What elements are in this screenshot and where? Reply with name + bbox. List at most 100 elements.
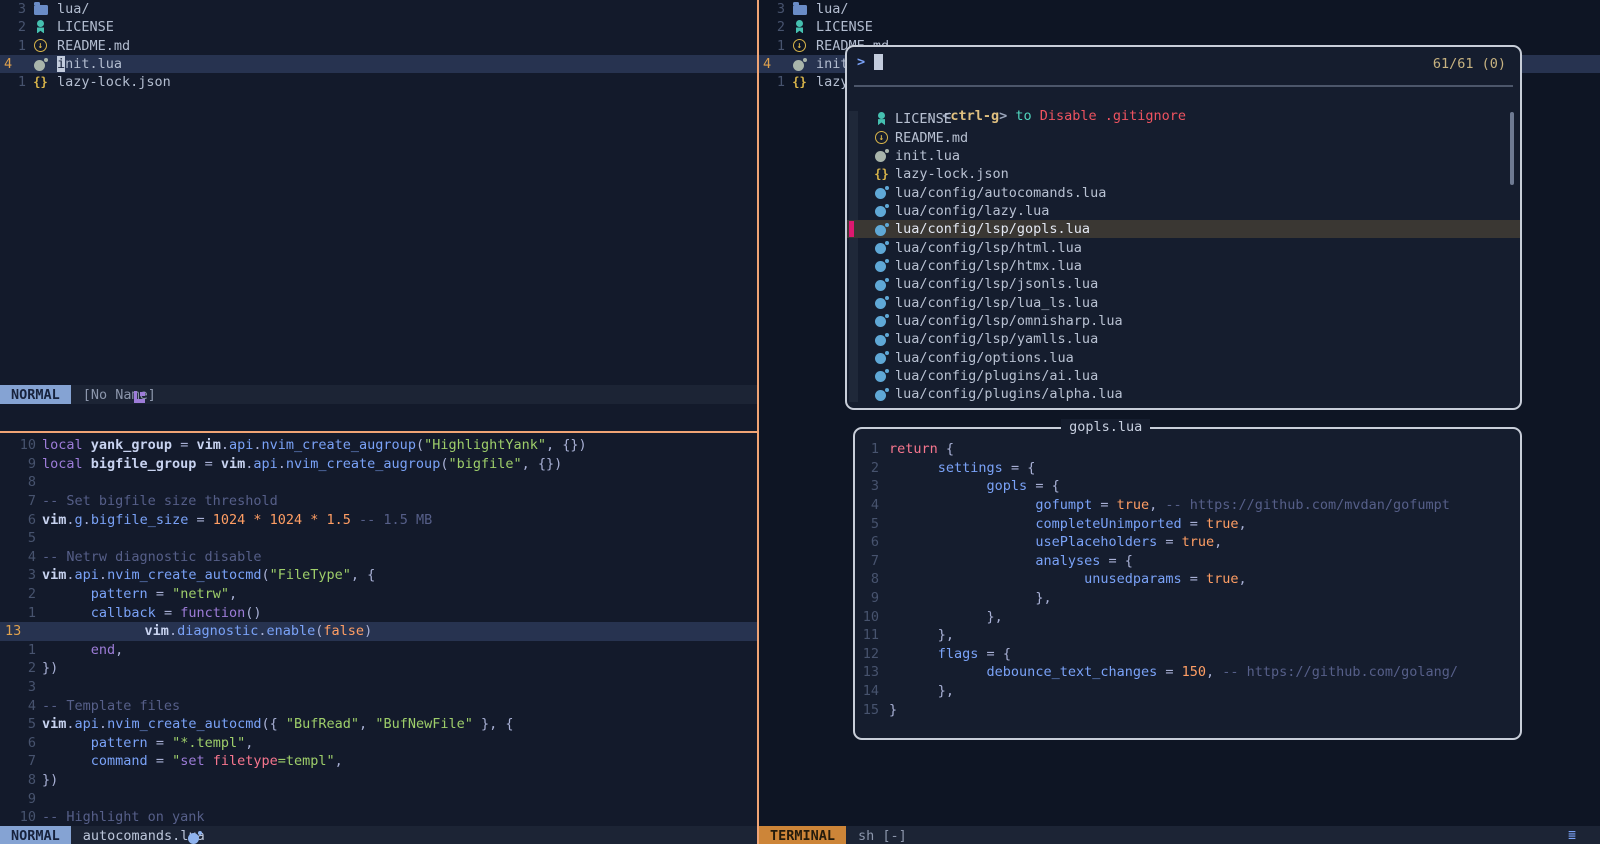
finder-item[interactable]: lua/config/plugins/alpha.lua xyxy=(847,385,1520,403)
code-token xyxy=(42,735,91,751)
line-number: 12 xyxy=(855,646,879,662)
code-text: }, xyxy=(889,627,954,643)
finder-item[interactable]: lua/config/lazy.lua xyxy=(847,202,1520,220)
code-token: true xyxy=(1117,497,1150,513)
finder-item[interactable]: lazy-lock.json xyxy=(847,165,1520,183)
code-text: vim.api.nvim_create_autocmd("FileType", … xyxy=(42,567,375,583)
lua-icon xyxy=(874,314,889,328)
code-line[interactable]: 9 xyxy=(0,789,757,808)
file-name: LICENSE xyxy=(816,19,873,35)
code-line[interactable]: 7-- Set bigfile size threshold xyxy=(0,492,757,511)
text-cursor xyxy=(874,54,883,70)
code-line[interactable]: 1 callback = function() xyxy=(0,603,757,622)
code-token: }, xyxy=(987,609,1003,625)
file-row[interactable]: 1README.md xyxy=(0,37,757,55)
finder-prompt[interactable]: > xyxy=(857,54,883,70)
code-line[interactable]: 1 end, xyxy=(0,641,757,660)
finder-item[interactable]: lua/config/lsp/gopls.lua xyxy=(847,220,1520,238)
file-row[interactable]: 4init.lua xyxy=(0,55,757,73)
code-line[interactable]: 13 vim.diagnostic.enable(false) xyxy=(0,622,757,641)
markdown-icon xyxy=(874,131,889,145)
code-token: vim xyxy=(221,456,245,472)
finder-item[interactable]: lua/config/lsp/omnisharp.lua xyxy=(847,312,1520,330)
code-text: settings = { xyxy=(889,460,1035,476)
code-token: = xyxy=(1182,571,1206,587)
pane-separator-horizontal[interactable] xyxy=(0,431,757,433)
lua-glyph xyxy=(875,314,888,327)
finder-item[interactable]: lua/config/lsp/jsonls.lua xyxy=(847,275,1520,293)
file-row[interactable]: 1lazy-lock.json xyxy=(0,73,757,91)
code-line[interactable]: 4-- Template files xyxy=(0,696,757,715)
file-row[interactable]: 2LICENSE xyxy=(0,18,757,36)
line-number: 9 xyxy=(0,791,36,807)
pane-separator-vertical[interactable] xyxy=(757,0,759,844)
mode-badge: NORMAL xyxy=(0,826,71,844)
code-line[interactable]: 6 pattern = "*.templ", xyxy=(0,734,757,753)
code-token: }) xyxy=(42,660,58,676)
code-token: completeUnimported xyxy=(1035,516,1181,532)
finder-item[interactable]: LICENSE xyxy=(847,110,1520,128)
code-token: 1024 * 1024 * 1.5 xyxy=(213,512,351,528)
finder-item[interactable]: lua/config/lsp/htmx.lua xyxy=(847,257,1520,275)
code-line[interactable]: 8}) xyxy=(0,771,757,790)
file-name: lua/ xyxy=(57,1,90,17)
code-line[interactable]: 2 pattern = "netrw", xyxy=(0,585,757,604)
finder-item[interactable]: lua/config/autocomands.lua xyxy=(847,183,1520,201)
file-row[interactable]: 3lua/ xyxy=(759,0,1600,18)
preview-window: gopls.lua 1return {2 settings = {3 gopls… xyxy=(853,427,1522,740)
code-token xyxy=(889,609,987,625)
code-text: pattern = "*.templ", xyxy=(42,735,253,751)
code-token: , xyxy=(335,753,343,769)
line-number: 1 xyxy=(0,38,26,54)
file-path: lua/config/lsp/lua_ls.lua xyxy=(895,295,1098,311)
line-number: 1 xyxy=(855,441,879,457)
finder-item[interactable]: lua/config/lsp/lua_ls.lua xyxy=(847,293,1520,311)
lua-icon xyxy=(874,296,889,310)
code-text: gopls = { xyxy=(889,478,1060,494)
json-icon xyxy=(792,75,807,89)
code-line[interactable]: 3vim.api.nvim_create_autocmd("FileType",… xyxy=(0,566,757,585)
code-line[interactable]: 5 xyxy=(0,529,757,548)
finder-item[interactable]: lua/config/options.lua xyxy=(847,348,1520,366)
code-token xyxy=(889,516,1035,532)
code-line[interactable]: 8 xyxy=(0,473,757,492)
code-token: , xyxy=(1214,534,1222,550)
file-row[interactable]: 3lua/ xyxy=(0,0,757,18)
file-row[interactable]: 2LICENSE xyxy=(759,18,1600,36)
code-line[interactable]: 2}) xyxy=(0,659,757,678)
finder-item[interactable]: lua/config/lsp/html.lua xyxy=(847,238,1520,256)
code-line[interactable]: 6vim.g.bigfile_size = 1024 * 1024 * 1.5 … xyxy=(0,510,757,529)
lua-icon xyxy=(874,369,889,383)
code-token: . xyxy=(66,716,74,732)
markdown-icon xyxy=(792,39,807,53)
finder-item[interactable]: README.md xyxy=(847,128,1520,146)
code-line[interactable]: 10-- Highlight on yank xyxy=(0,808,757,827)
code-line[interactable]: 4-- Netrw diagnostic disable xyxy=(0,548,757,567)
json-glyph xyxy=(874,167,888,181)
code-line[interactable]: 5vim.api.nvim_create_autocmd({ "BufRead"… xyxy=(0,715,757,734)
finder-item[interactable]: lua/config/plugins/ai.lua xyxy=(847,367,1520,385)
line-number: 1 xyxy=(0,642,36,658)
lua-glyph xyxy=(875,278,888,291)
finder-item[interactable]: lua/config/lsp/yamlls.lua xyxy=(847,330,1520,348)
line-number: 10 xyxy=(0,437,36,453)
lua-icon xyxy=(874,351,889,365)
line-number: 2 xyxy=(0,19,26,35)
code-line[interactable]: 9local bigfile_group = vim.api.nvim_crea… xyxy=(0,455,757,474)
code-token: -- 1.5 MB xyxy=(351,512,432,528)
lua-init-icon xyxy=(792,57,807,71)
code-text: return { xyxy=(889,441,954,457)
buffer-name: autocomands.lua xyxy=(83,828,205,844)
code-line[interactable]: 3 xyxy=(0,678,757,697)
code-line[interactable]: 7 command = "set filetype=templ", xyxy=(0,752,757,771)
file-path: lazy-lock.json xyxy=(895,166,1009,182)
code-token xyxy=(889,571,1084,587)
preview-line: 12 flags = { xyxy=(855,645,1519,664)
finder-scrollbar[interactable] xyxy=(1510,112,1514,185)
code-token: = xyxy=(156,605,180,621)
code-token: = xyxy=(978,646,1002,662)
code-line[interactable]: 10local yank_group = vim.api.nvim_create… xyxy=(0,436,757,455)
finder-item[interactable]: init.lua xyxy=(847,147,1520,165)
file-path: lua/config/lazy.lua xyxy=(895,203,1049,219)
code-token: . xyxy=(221,437,229,453)
